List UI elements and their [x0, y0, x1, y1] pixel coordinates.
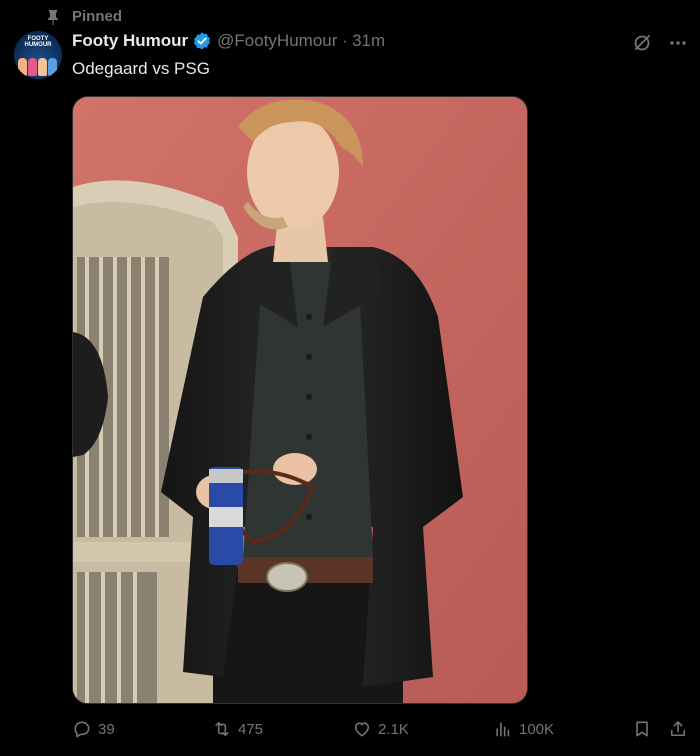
views-count: 100K [519, 720, 555, 738]
heart-icon [354, 722, 370, 737]
timestamp[interactable]: 31m [352, 31, 385, 51]
repost-button[interactable]: 475 [212, 719, 263, 739]
repost-icon [215, 721, 229, 737]
avatar[interactable]: FOOTY HUMOUR [14, 31, 62, 79]
pin-icon [48, 9, 58, 25]
tweet-header: Footy Humour @FootyHumour · 31m [72, 31, 385, 51]
views-button[interactable]: 100K [493, 719, 554, 739]
bookmark-icon [636, 721, 648, 737]
handle[interactable]: @FootyHumour [217, 31, 337, 51]
tweet-text: Odegaard vs PSG [72, 59, 210, 78]
tweet-photo[interactable] [72, 96, 528, 704]
share-icon [670, 721, 686, 737]
pinned-indicator: Pinned [46, 8, 122, 25]
display-name[interactable]: Footy Humour [72, 31, 188, 51]
more-options-icon[interactable] [668, 33, 688, 53]
tweet-actions: 39 475 2.1K 100K [72, 719, 688, 743]
bookmark-button[interactable] [632, 719, 652, 739]
verified-badge-icon[interactable] [192, 31, 212, 51]
repost-count: 475 [238, 720, 264, 738]
avatar-faces [18, 58, 57, 76]
pinned-label: Pinned [72, 8, 123, 25]
reply-icon [74, 721, 90, 738]
dot-separator: · [342, 31, 349, 50]
views-icon [496, 722, 510, 737]
share-button[interactable] [668, 719, 688, 739]
like-count: 2.1K [378, 720, 409, 738]
photo-illustration [73, 97, 527, 703]
reply-button[interactable]: 39 [72, 719, 115, 739]
like-button[interactable]: 2.1K [352, 719, 409, 739]
header-actions [632, 33, 688, 53]
reply-count: 39 [98, 720, 115, 738]
grok-icon[interactable] [632, 33, 652, 53]
avatar-text: FOOTY HUMOUR [24, 36, 52, 48]
